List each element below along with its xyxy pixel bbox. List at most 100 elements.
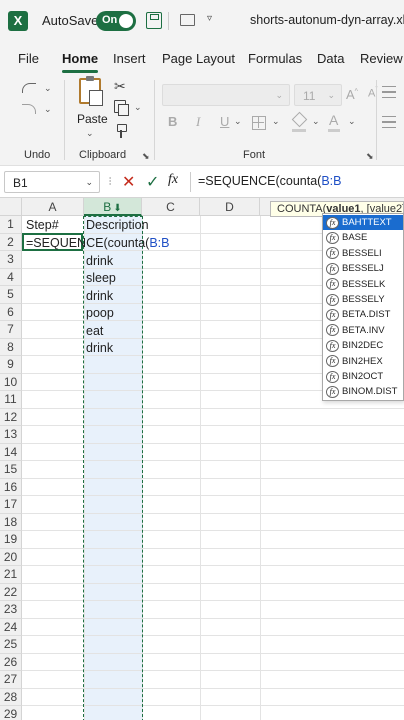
select-all-corner[interactable] <box>0 198 22 216</box>
row-header[interactable]: 9 <box>0 356 22 374</box>
row-header[interactable]: 11 <box>0 391 22 409</box>
dialog-launcher-icon[interactable]: ⬊ <box>142 151 150 162</box>
cell-a2[interactable]: =SEQUENCE(counta(B:B <box>26 236 169 250</box>
align-left-icon[interactable] <box>382 116 396 128</box>
dialog-launcher-icon[interactable]: ⬊ <box>366 151 374 162</box>
row-header[interactable]: 19 <box>0 531 22 549</box>
more-icon[interactable]: ··· <box>104 176 118 185</box>
font-color-icon[interactable]: A <box>327 112 341 132</box>
row-header[interactable]: 3 <box>0 251 22 269</box>
tab-insert[interactable]: Insert <box>113 51 146 66</box>
row-header[interactable]: 21 <box>0 566 22 584</box>
cancel-icon[interactable]: ✕ <box>122 172 135 192</box>
column-header-c[interactable]: C <box>142 198 200 216</box>
align-top-icon[interactable] <box>382 86 396 98</box>
autocomplete-item[interactable]: fx BESSELK <box>323 277 403 292</box>
row-header[interactable]: 26 <box>0 653 22 671</box>
cell-b4[interactable]: sleep <box>86 271 116 285</box>
autosave-toggle[interactable]: On <box>96 11 136 31</box>
italic-button[interactable]: I <box>196 114 200 130</box>
tab-home[interactable]: Home <box>62 51 98 66</box>
cell-b6[interactable]: poop <box>86 306 114 320</box>
name-box[interactable]: B1 ⌄ <box>4 171 100 193</box>
row-header[interactable]: 14 <box>0 443 22 461</box>
font-name-dropdown[interactable]: ⌄ <box>162 84 290 106</box>
autocomplete-item[interactable]: fx BIN2OCT <box>323 369 403 384</box>
autocomplete-item[interactable]: fx BETA.INV <box>323 323 403 338</box>
autocomplete-item[interactable]: fx BESSELJ <box>323 261 403 276</box>
redo-icon[interactable] <box>22 104 36 114</box>
chevron-down-icon[interactable]: ⌄ <box>234 116 242 127</box>
row-header[interactable]: 1 <box>0 216 22 234</box>
chevron-down-icon[interactable]: ⌄ <box>44 104 52 115</box>
row-header[interactable]: 25 <box>0 636 22 654</box>
tab-data[interactable]: Data <box>317 51 344 66</box>
row-header[interactable]: 7 <box>0 321 22 339</box>
row-header[interactable]: 22 <box>0 583 22 601</box>
paste-button[interactable]: Paste <box>77 112 108 126</box>
row-header[interactable]: 24 <box>0 618 22 636</box>
chevron-down-icon[interactable]: ⌄ <box>348 116 356 127</box>
row-header[interactable]: 17 <box>0 496 22 514</box>
column-header-d[interactable]: D <box>200 198 260 216</box>
insert-function-icon[interactable]: fx <box>168 172 178 188</box>
row-header[interactable]: 23 <box>0 601 22 619</box>
row-header[interactable]: 16 <box>0 478 22 496</box>
chevron-down-icon[interactable]: ⌄ <box>312 116 320 127</box>
autocomplete-item[interactable]: fx BETA.DIST <box>323 307 403 322</box>
cell-a1[interactable]: Step# <box>26 218 59 232</box>
chevron-down-icon[interactable]: ⌄ <box>134 102 142 113</box>
column-header-b[interactable]: B ⬇ <box>84 198 142 216</box>
chevron-down-icon[interactable]: ⌄ <box>44 83 52 94</box>
autocomplete-item[interactable]: fx BIN2HEX <box>323 354 403 369</box>
scissors-icon[interactable]: ✂ <box>114 78 126 95</box>
row-header[interactable]: 8 <box>0 338 22 356</box>
row-header[interactable]: 29 <box>0 706 22 720</box>
fill-color-icon[interactable] <box>292 114 306 132</box>
grow-font-icon[interactable]: A^ <box>346 87 358 102</box>
tab-file[interactable]: File <box>18 51 39 66</box>
row-header[interactable]: 15 <box>0 461 22 479</box>
tab-page-layout[interactable]: Page Layout <box>162 51 235 66</box>
row-header[interactable]: 6 <box>0 303 22 321</box>
chevron-down-icon[interactable]: ⌄ <box>86 128 94 139</box>
copy-icon[interactable] <box>114 100 129 116</box>
paste-icon[interactable] <box>79 76 103 106</box>
autocomplete-item[interactable]: fx BAHTTEXT <box>323 215 403 231</box>
cell-b8[interactable]: drink <box>86 341 113 355</box>
chevron-down-icon[interactable]: ⌄ <box>272 116 280 127</box>
tab-formulas[interactable]: Formulas <box>248 51 302 66</box>
row-header[interactable]: 2 <box>0 233 22 251</box>
row-header[interactable]: 12 <box>0 408 22 426</box>
tab-review[interactable]: Review <box>360 51 403 66</box>
row-header[interactable]: 13 <box>0 426 22 444</box>
autocomplete-item[interactable]: fx BIN2DEC <box>323 338 403 353</box>
autocomplete-item[interactable]: fx BASE <box>323 230 403 245</box>
cell-b5[interactable]: drink <box>86 289 113 303</box>
row-header[interactable]: 28 <box>0 688 22 706</box>
autocomplete-item[interactable]: fx BINOM.DIST <box>323 384 403 399</box>
row-header[interactable]: 4 <box>0 268 22 286</box>
formula-input[interactable]: =SEQUENCE(counta(B:B <box>198 174 341 188</box>
underline-button[interactable]: U <box>220 114 229 129</box>
cell-b3[interactable]: drink <box>86 254 113 268</box>
undo-icon[interactable] <box>22 83 36 93</box>
format-painter-icon[interactable] <box>114 124 127 138</box>
bold-button[interactable]: B <box>168 114 177 129</box>
cell-b7[interactable]: eat <box>86 324 103 338</box>
check-icon[interactable]: ✓ <box>146 172 159 192</box>
save-icon[interactable] <box>146 12 162 29</box>
row-header[interactable]: 20 <box>0 548 22 566</box>
autocomplete-item[interactable]: fx BESSELI <box>323 246 403 261</box>
autocomplete-item[interactable]: fx BESSELY <box>323 292 403 307</box>
row-header[interactable]: 10 <box>0 373 22 391</box>
font-size-dropdown[interactable]: 11 ⌄ <box>294 84 342 106</box>
row-header[interactable]: 5 <box>0 286 22 304</box>
cell-b1[interactable]: Description <box>86 218 149 232</box>
row-header[interactable]: 18 <box>0 513 22 531</box>
chevron-down-icon[interactable]: ▿ <box>207 13 212 24</box>
row-header[interactable]: 27 <box>0 671 22 689</box>
function-autocomplete-list[interactable]: fx BAHTTEXT fx BASE fx BESSELI fx BESSELJ fx BESS… <box>322 213 404 401</box>
image-icon[interactable] <box>180 14 195 26</box>
column-header-a[interactable]: A <box>22 198 84 216</box>
